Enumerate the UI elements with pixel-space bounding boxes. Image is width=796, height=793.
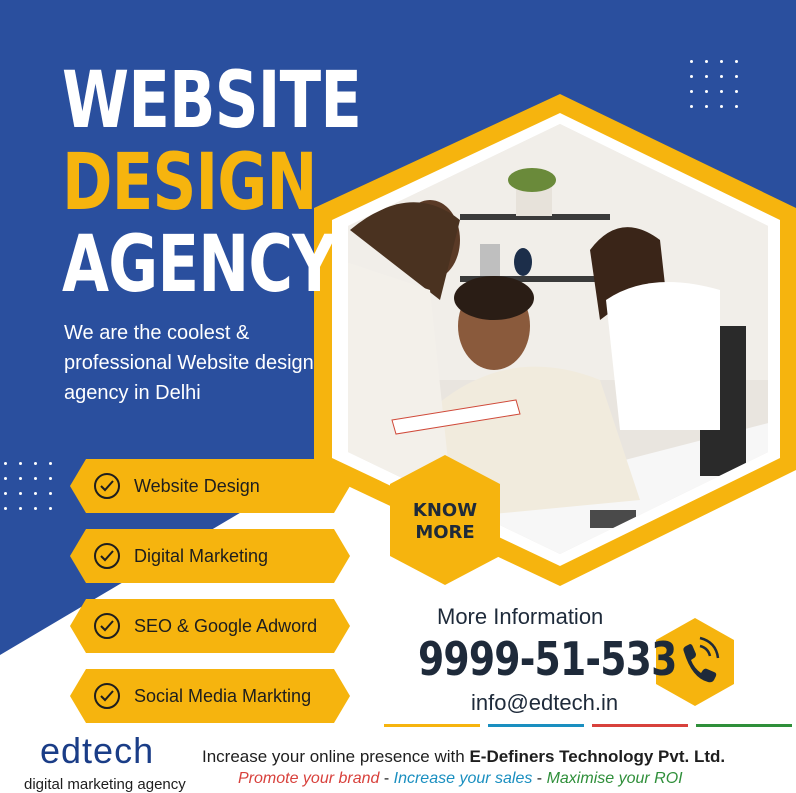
headline-agency: AGENCY: [62, 220, 336, 310]
color-stripes: [384, 724, 792, 727]
service-website-design[interactable]: Website Design: [70, 460, 350, 512]
company-name: E-Definers Technology Pvt. Ltd.: [469, 747, 726, 766]
email-address[interactable]: info@edtech.in: [471, 690, 618, 716]
tagline: We are the coolest & professional Websit…: [64, 322, 314, 404]
service-social-media-marketing[interactable]: Social Media Markting: [70, 670, 350, 722]
footer-slogan: Promote your brand - Increase your sales…: [238, 770, 683, 788]
check-circle-icon: [94, 543, 120, 569]
poster: WEBSITE DESIGN AGENCY We are the coolest…: [0, 0, 796, 793]
headline-website: WEBSITE: [62, 56, 362, 146]
check-circle-icon: [94, 613, 120, 639]
slogan-maximise: Maximise your ROI: [546, 770, 683, 787]
know-more-button[interactable]: KNOW MORE: [390, 462, 500, 582]
dot-pattern-left: [4, 462, 54, 522]
know-more-line2: MORE: [415, 522, 475, 543]
slogan-increase: Increase your sales: [393, 770, 533, 787]
check-circle-icon: [94, 473, 120, 499]
service-label: SEO & Google Adword: [134, 615, 318, 636]
service-digital-marketing[interactable]: Digital Marketing: [70, 530, 350, 582]
slogan-promote: Promote your brand: [238, 770, 380, 787]
more-information-heading: More Information: [437, 604, 604, 629]
dot-pattern-top: [690, 60, 740, 120]
brand-subtitle: digital marketing agency: [24, 776, 186, 793]
service-label: Website Design: [134, 475, 260, 496]
footer-promo-line: Increase your online presence with E-Def…: [202, 747, 725, 767]
service-label: Social Media Markting: [134, 685, 312, 706]
headline-design: DESIGN: [62, 138, 317, 228]
know-more-line1: KNOW: [412, 500, 478, 521]
phone-number[interactable]: 9999-51-533: [418, 634, 677, 685]
phone-icon[interactable]: [660, 620, 730, 706]
brand-logo: edtech: [40, 730, 155, 771]
slogan-separator-1: -: [379, 770, 394, 787]
slogan-separator-2: -: [532, 770, 547, 787]
service-label: Digital Marketing: [134, 545, 269, 566]
service-seo-google-adword[interactable]: SEO & Google Adword: [70, 600, 350, 652]
footer-prefix: Increase your online presence with: [202, 747, 470, 766]
check-circle-icon: [94, 683, 120, 709]
